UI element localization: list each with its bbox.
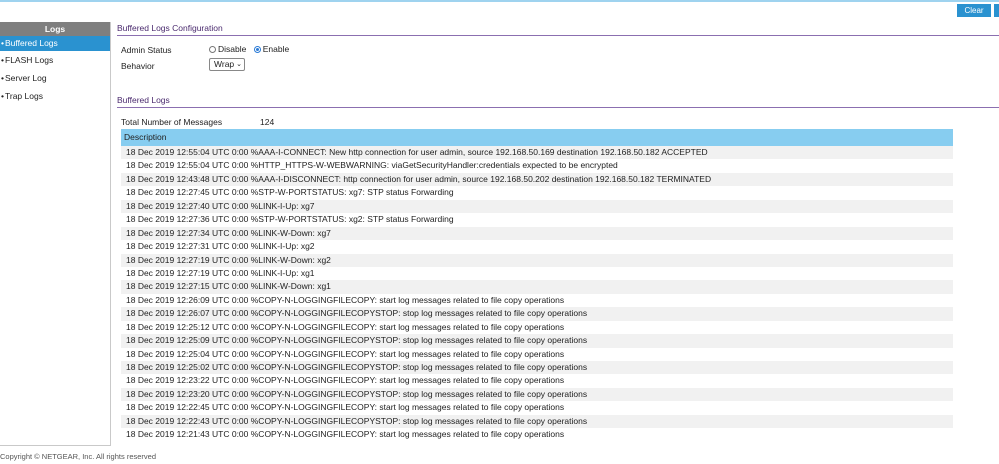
table-row: 18 Dec 2019 12:23:22 UTC 0:00 %COPY-N-LO… bbox=[121, 374, 953, 388]
sidebar-title: Logs bbox=[0, 22, 110, 36]
total-messages-value: 124 bbox=[260, 117, 275, 127]
toolbar-extra-button[interactable] bbox=[994, 4, 999, 17]
logs-table-body[interactable]: 18 Dec 2019 12:55:04 UTC 0:00 %AAA-I-CON… bbox=[121, 146, 953, 462]
clear-button[interactable]: Clear bbox=[957, 4, 991, 17]
table-row: 18 Dec 2019 12:27:19 UTC 0:00 %LINK-W-Do… bbox=[121, 253, 953, 267]
chevron-down-icon: ⌄ bbox=[236, 61, 242, 68]
sidebar-item-label: Trap Logs bbox=[5, 91, 43, 101]
sidebar-item-buffered-logs[interactable]: •Buffered Logs bbox=[0, 36, 110, 51]
logs-section-title: Buffered Logs bbox=[117, 95, 170, 105]
config-section-title: Buffered Logs Configuration bbox=[117, 23, 223, 33]
table-row: 18 Dec 2019 12:27:34 UTC 0:00 %LINK-W-Do… bbox=[121, 226, 953, 241]
sidebar-item-label: FLASH Logs bbox=[5, 55, 54, 65]
total-messages-label: Total Number of Messages bbox=[121, 117, 223, 127]
table-row: 18 Dec 2019 12:25:02 UTC 0:00 %COPY-N-LO… bbox=[121, 361, 953, 375]
table-row: 18 Dec 2019 12:27:31 UTC 0:00 %LINK-I-Up… bbox=[121, 240, 953, 254]
table-row: 18 Dec 2019 12:27:45 UTC 0:00 %STP-W-POR… bbox=[121, 186, 953, 200]
table-row: 18 Dec 2019 12:25:09 UTC 0:00 %COPY-N-LO… bbox=[121, 334, 953, 348]
enable-radio[interactable] bbox=[253, 46, 261, 53]
sidebar-item-label: Buffered Logs bbox=[5, 38, 58, 48]
table-row: 18 Dec 2019 12:27:36 UTC 0:00 %STP-W-POR… bbox=[121, 213, 953, 227]
table-row: 18 Dec 2019 12:27:19 UTC 0:00 %LINK-I-Up… bbox=[121, 266, 953, 281]
table-row: 18 Dec 2019 12:25:12 UTC 0:00 %COPY-N-LO… bbox=[121, 320, 953, 335]
behavior-select-value: Wrap bbox=[214, 59, 235, 69]
admin-status-radio-group: Disable Enable bbox=[209, 44, 294, 54]
table-row: 18 Dec 2019 12:23:20 UTC 0:00 %COPY-N-LO… bbox=[121, 387, 953, 402]
table-row: 18 Dec 2019 12:21:43 UTC 0:00 %COPY-N-LO… bbox=[121, 428, 953, 442]
copyright-footer: Copyright © NETGEAR, Inc. All rights res… bbox=[0, 452, 156, 461]
table-row: 18 Dec 2019 12:25:04 UTC 0:00 %COPY-N-LO… bbox=[121, 347, 953, 361]
sidebar-item-server-log[interactable]: •Server Log bbox=[0, 69, 110, 87]
table-row: 18 Dec 2019 12:43:48 UTC 0:00 %AAA-I-DIS… bbox=[121, 172, 953, 187]
disable-label: Disable bbox=[218, 44, 247, 54]
sidebar-item-label: Server Log bbox=[5, 73, 47, 83]
enable-label: Enable bbox=[262, 44, 290, 54]
table-row: 18 Dec 2019 12:55:04 UTC 0:00 %HTTP_HTTP… bbox=[121, 159, 953, 173]
behavior-select[interactable]: Wrap ⌄ bbox=[209, 58, 245, 71]
table-row: 18 Dec 2019 12:27:15 UTC 0:00 %LINK-W-Do… bbox=[121, 280, 953, 294]
admin-status-label: Admin Status bbox=[121, 45, 172, 55]
disable-radio[interactable] bbox=[209, 46, 216, 53]
table-row: 18 Dec 2019 12:22:43 UTC 0:00 %COPY-N-LO… bbox=[121, 414, 953, 429]
sidebar: Logs •Buffered Logs •FLASH Logs •Server … bbox=[0, 22, 111, 446]
sidebar-item-flash-logs[interactable]: •FLASH Logs bbox=[0, 51, 110, 69]
table-row: 18 Dec 2019 12:22:45 UTC 0:00 %COPY-N-LO… bbox=[121, 401, 953, 415]
top-accent-bar bbox=[0, 0, 999, 2]
config-section-divider bbox=[117, 35, 999, 36]
sidebar-item-trap-logs[interactable]: •Trap Logs bbox=[0, 87, 110, 105]
logs-section-divider bbox=[117, 107, 999, 108]
table-row: 18 Dec 2019 12:26:09 UTC 0:00 %COPY-N-LO… bbox=[121, 293, 953, 308]
logs-table: Description 18 Dec 2019 12:55:04 UTC 0:0… bbox=[121, 129, 953, 462]
behavior-label: Behavior bbox=[121, 61, 155, 71]
table-row: 18 Dec 2019 12:26:07 UTC 0:00 %COPY-N-LO… bbox=[121, 307, 953, 321]
table-row: 18 Dec 2019 12:27:40 UTC 0:00 %LINK-I-Up… bbox=[121, 199, 953, 214]
table-row: 18 Dec 2019 12:55:04 UTC 0:00 %AAA-I-CON… bbox=[121, 146, 953, 160]
description-column-header[interactable]: Description bbox=[121, 129, 953, 146]
